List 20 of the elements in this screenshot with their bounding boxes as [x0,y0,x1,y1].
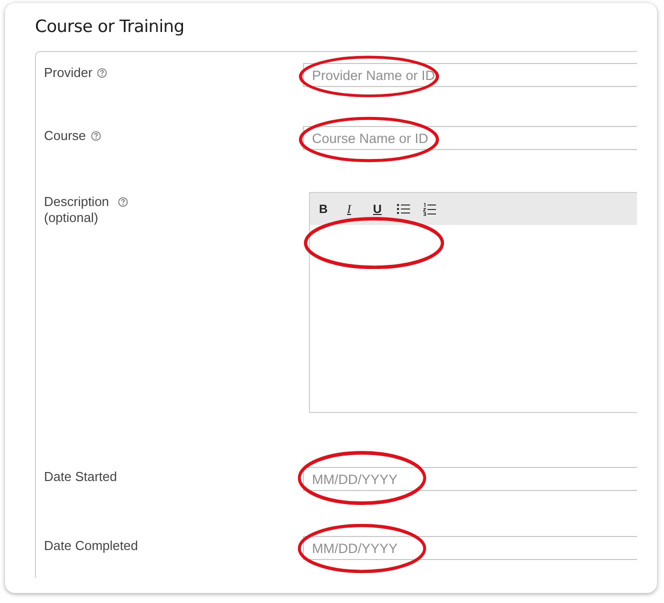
text-field[interactable]: MM/DD/YYYY [303,467,637,491]
field-label: Provider [44,65,92,81]
field-label: Description [44,194,110,210]
field-label: (optional) [44,210,100,226]
underline-button[interactable]: U [373,202,397,216]
help-icon[interactable] [90,131,101,141]
numbered-list-icon[interactable] [423,202,436,216]
text-field[interactable]: Course Name or ID [303,126,637,150]
rich-text-editor[interactable]: B I U [309,192,637,413]
help-icon[interactable] [118,197,128,207]
bold-button[interactable]: B [319,202,347,216]
text-field[interactable]: Provider Name or ID [303,63,637,87]
field-label: Date Completed [44,538,138,554]
text-field[interactable]: MM/DD/YYYY [303,536,637,560]
italic-button[interactable]: I [347,202,373,216]
bullet-list-icon[interactable] [397,203,410,215]
help-icon[interactable] [97,68,108,78]
section-title: Course or Training [35,17,186,39]
field-label: Date Started [44,469,117,485]
field-label: Course [44,128,86,144]
